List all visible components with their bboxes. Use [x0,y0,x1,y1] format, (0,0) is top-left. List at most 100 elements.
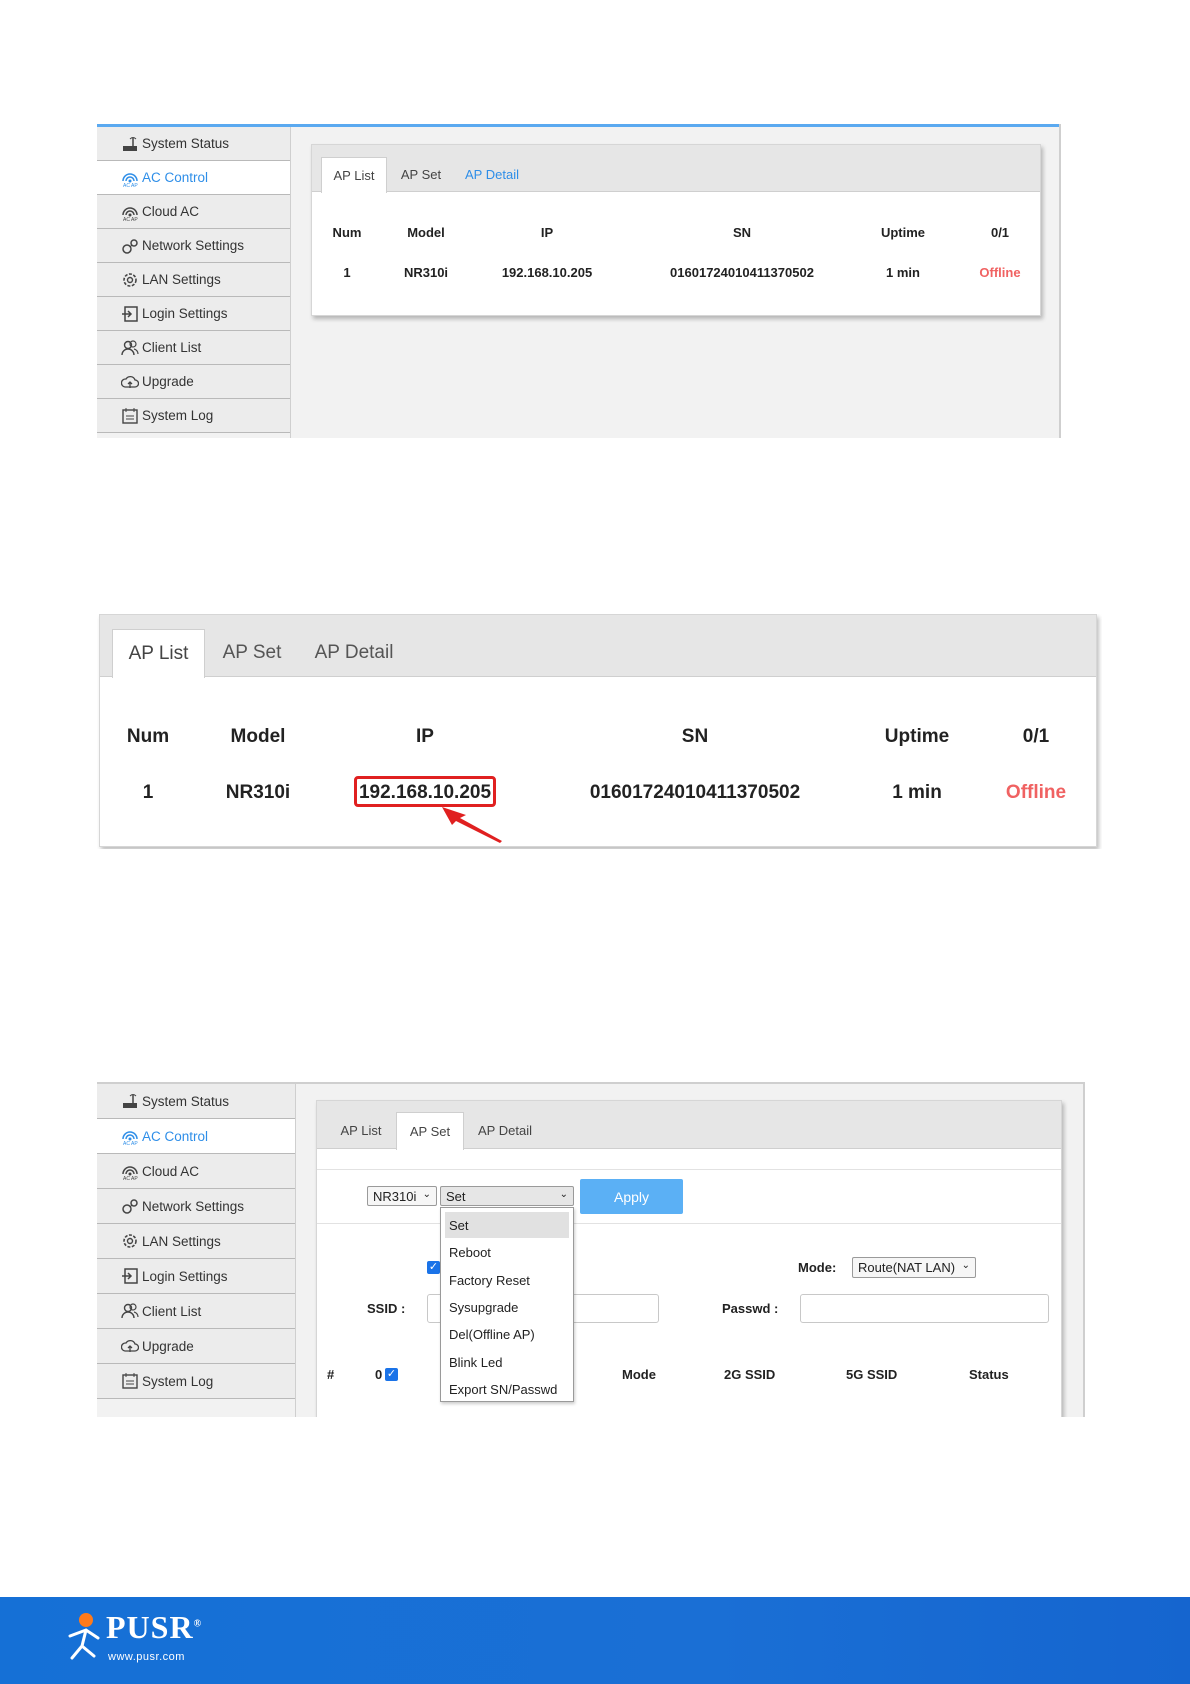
ac-ap-icon: AC AP [121,1127,139,1145]
users-icon [121,339,139,357]
gear-icon [121,1232,139,1250]
apply-label: Apply [613,1188,650,1205]
sidebar-item-label: Network Settings [142,1198,245,1214]
tab-ap-set[interactable]: AP Set [391,157,451,192]
log-icon [121,1372,139,1390]
tab-bar: AP List AP Set AP Detail [100,615,1096,678]
sidebar-item-network-settings[interactable]: Network Settings [97,1189,295,1224]
mode-select[interactable]: Route(NAT LAN) ⌄ [852,1257,976,1278]
sidebar: System Status AC AP AC Control AC AP Clo… [97,1084,296,1417]
sidebar-item-network-settings[interactable]: Network Settings [97,229,290,263]
sidebar-item-label: System Log [142,408,214,423]
col-header-count: 0 [375,1367,383,1382]
dropdown-option-del-offline-ap[interactable]: Del(Offline AP) [445,1321,569,1347]
sidebar-item-system-status[interactable]: System Status [97,127,290,161]
sidebar-item-upgrade[interactable]: Upgrade [97,365,290,399]
action-select[interactable]: Set ⌄ [440,1186,574,1206]
screenshot-ap-list: System Status AC AP AC Control AC AP Clo… [97,124,1061,438]
cloud-upload-icon [121,1337,139,1355]
tab-label: AP Detail [465,167,519,182]
sidebar-item-label: System Status [142,1093,230,1109]
brand-text: PUSR [106,1609,194,1645]
router-icon [121,135,139,153]
sidebar-item-label: Cloud AC [142,1163,200,1179]
tab-ap-list[interactable]: AP List [112,629,205,678]
tab-bar: AP List AP Set AP Detail [312,145,1040,193]
sidebar-item-label: System Status [142,136,230,151]
pusr-logo-icon [68,1613,100,1660]
col-header-status: 0/1 [990,225,1010,240]
log-icon [121,407,139,425]
col-header-ip: IP [416,726,434,747]
passwd-label: Passwd : [722,1301,779,1316]
svg-text:AC AP: AC AP [123,217,138,221]
sidebar-item-lan-settings[interactable]: LAN Settings [97,263,290,297]
row-ip: 192.168.10.205 [358,782,492,803]
sidebar-item-system-status[interactable]: System Status [97,1084,295,1119]
passwd-input[interactable] [800,1294,1049,1323]
tab-label: AP Set [400,167,442,182]
chevron-down-icon: ⌄ [961,1260,970,1271]
dropdown-option-set[interactable]: Set [445,1212,569,1238]
dropdown-option-export-sn-passwd[interactable]: Export SN/Passwd [445,1376,569,1402]
tab-label: AP Detail [314,641,394,663]
ap-list-panel: AP List AP Set AP Detail Num Model IP SN… [311,144,1041,316]
sidebar-item-label: Upgrade [142,1338,194,1354]
enable-checkbox[interactable]: ✓ [427,1261,440,1274]
select-all-checkbox[interactable]: ✓ [385,1368,398,1381]
row-model: NR310i [403,265,449,280]
sidebar-item-label: Cloud AC [142,204,200,219]
sidebar-item-label: AC Control [142,1128,209,1144]
sidebar-item-login-settings[interactable]: Login Settings [97,1259,295,1294]
tab-ap-list[interactable]: AP List [327,1112,395,1149]
col-header-5g-ssid: 5G SSID [846,1367,898,1382]
divider [317,1223,1061,1224]
footer-url[interactable]: www.pusr.com [108,1651,185,1663]
dropdown-option-blink-led[interactable]: Blink Led [445,1349,569,1375]
page-footer: PUSR® www.pusr.com [0,1597,1190,1684]
sidebar-item-label: LAN Settings [142,1233,221,1249]
sidebar-item-label: LAN Settings [142,272,221,287]
sidebar-item-cloud-ac[interactable]: AC AP Cloud AC [97,1154,295,1189]
dropdown-option-factory-reset[interactable]: Factory Reset [445,1267,569,1293]
row-sn: 01601724010411370502 [670,265,814,280]
svg-text:AC AP: AC AP [123,183,138,187]
sidebar-item-lan-settings[interactable]: LAN Settings [97,1224,295,1259]
sidebar-item-cloud-ac[interactable]: AC AP Cloud AC [97,195,290,229]
sidebar: System Status AC AP AC Control AC AP Clo… [97,127,291,438]
dropdown-option-reboot[interactable]: Reboot [445,1239,569,1265]
screenshot-ap-list-zoomed: AP List AP Set AP Detail Num Model IP SN… [97,614,1102,849]
dropdown-option-sysupgrade[interactable]: Sysupgrade [445,1294,569,1320]
sidebar-item-client-list[interactable]: Client List [97,1294,295,1329]
divider [317,1169,1061,1170]
sidebar-item-ac-control[interactable]: AC AP AC Control [97,1119,295,1154]
sidebar-item-label: Login Settings [142,306,228,321]
tab-label: AP Detail [478,1123,532,1138]
login-icon [121,305,139,323]
sidebar-item-system-log[interactable]: System Log [97,399,290,433]
tab-ap-list[interactable]: AP List [321,157,387,193]
sidebar-item-login-settings[interactable]: Login Settings [97,297,290,331]
sidebar-item-label: System Log [142,1373,214,1389]
tab-ap-set[interactable]: AP Set [396,1112,464,1150]
login-icon [121,1267,139,1285]
col-header-sn: SN [732,225,752,240]
tab-ap-detail[interactable]: AP Detail [465,1112,545,1149]
ssid-label: SSID : [367,1301,406,1316]
model-select[interactable]: NR310i ⌄ [367,1186,437,1206]
col-header-hash: # [327,1367,335,1382]
tab-ap-detail[interactable]: AP Detail [456,157,528,192]
tab-ap-set[interactable]: AP Set [208,629,296,676]
col-header-model: Model [407,225,445,240]
sidebar-item-ac-control[interactable]: AC AP AC Control [97,161,290,195]
network-gear-icon [121,1197,139,1215]
sidebar-item-system-log[interactable]: System Log [97,1364,295,1399]
sidebar-item-upgrade[interactable]: Upgrade [97,1329,295,1364]
sidebar-item-client-list[interactable]: Client List [97,331,290,365]
action-dropdown-list: Set Reboot Factory Reset Sysupgrade Del(… [440,1207,574,1402]
apply-button[interactable]: Apply [580,1179,683,1214]
tab-ap-detail[interactable]: AP Detail [298,629,410,676]
row-num: 1 [142,782,154,803]
tab-label: AP Set [222,641,282,663]
col-header-num: Num [126,726,170,747]
